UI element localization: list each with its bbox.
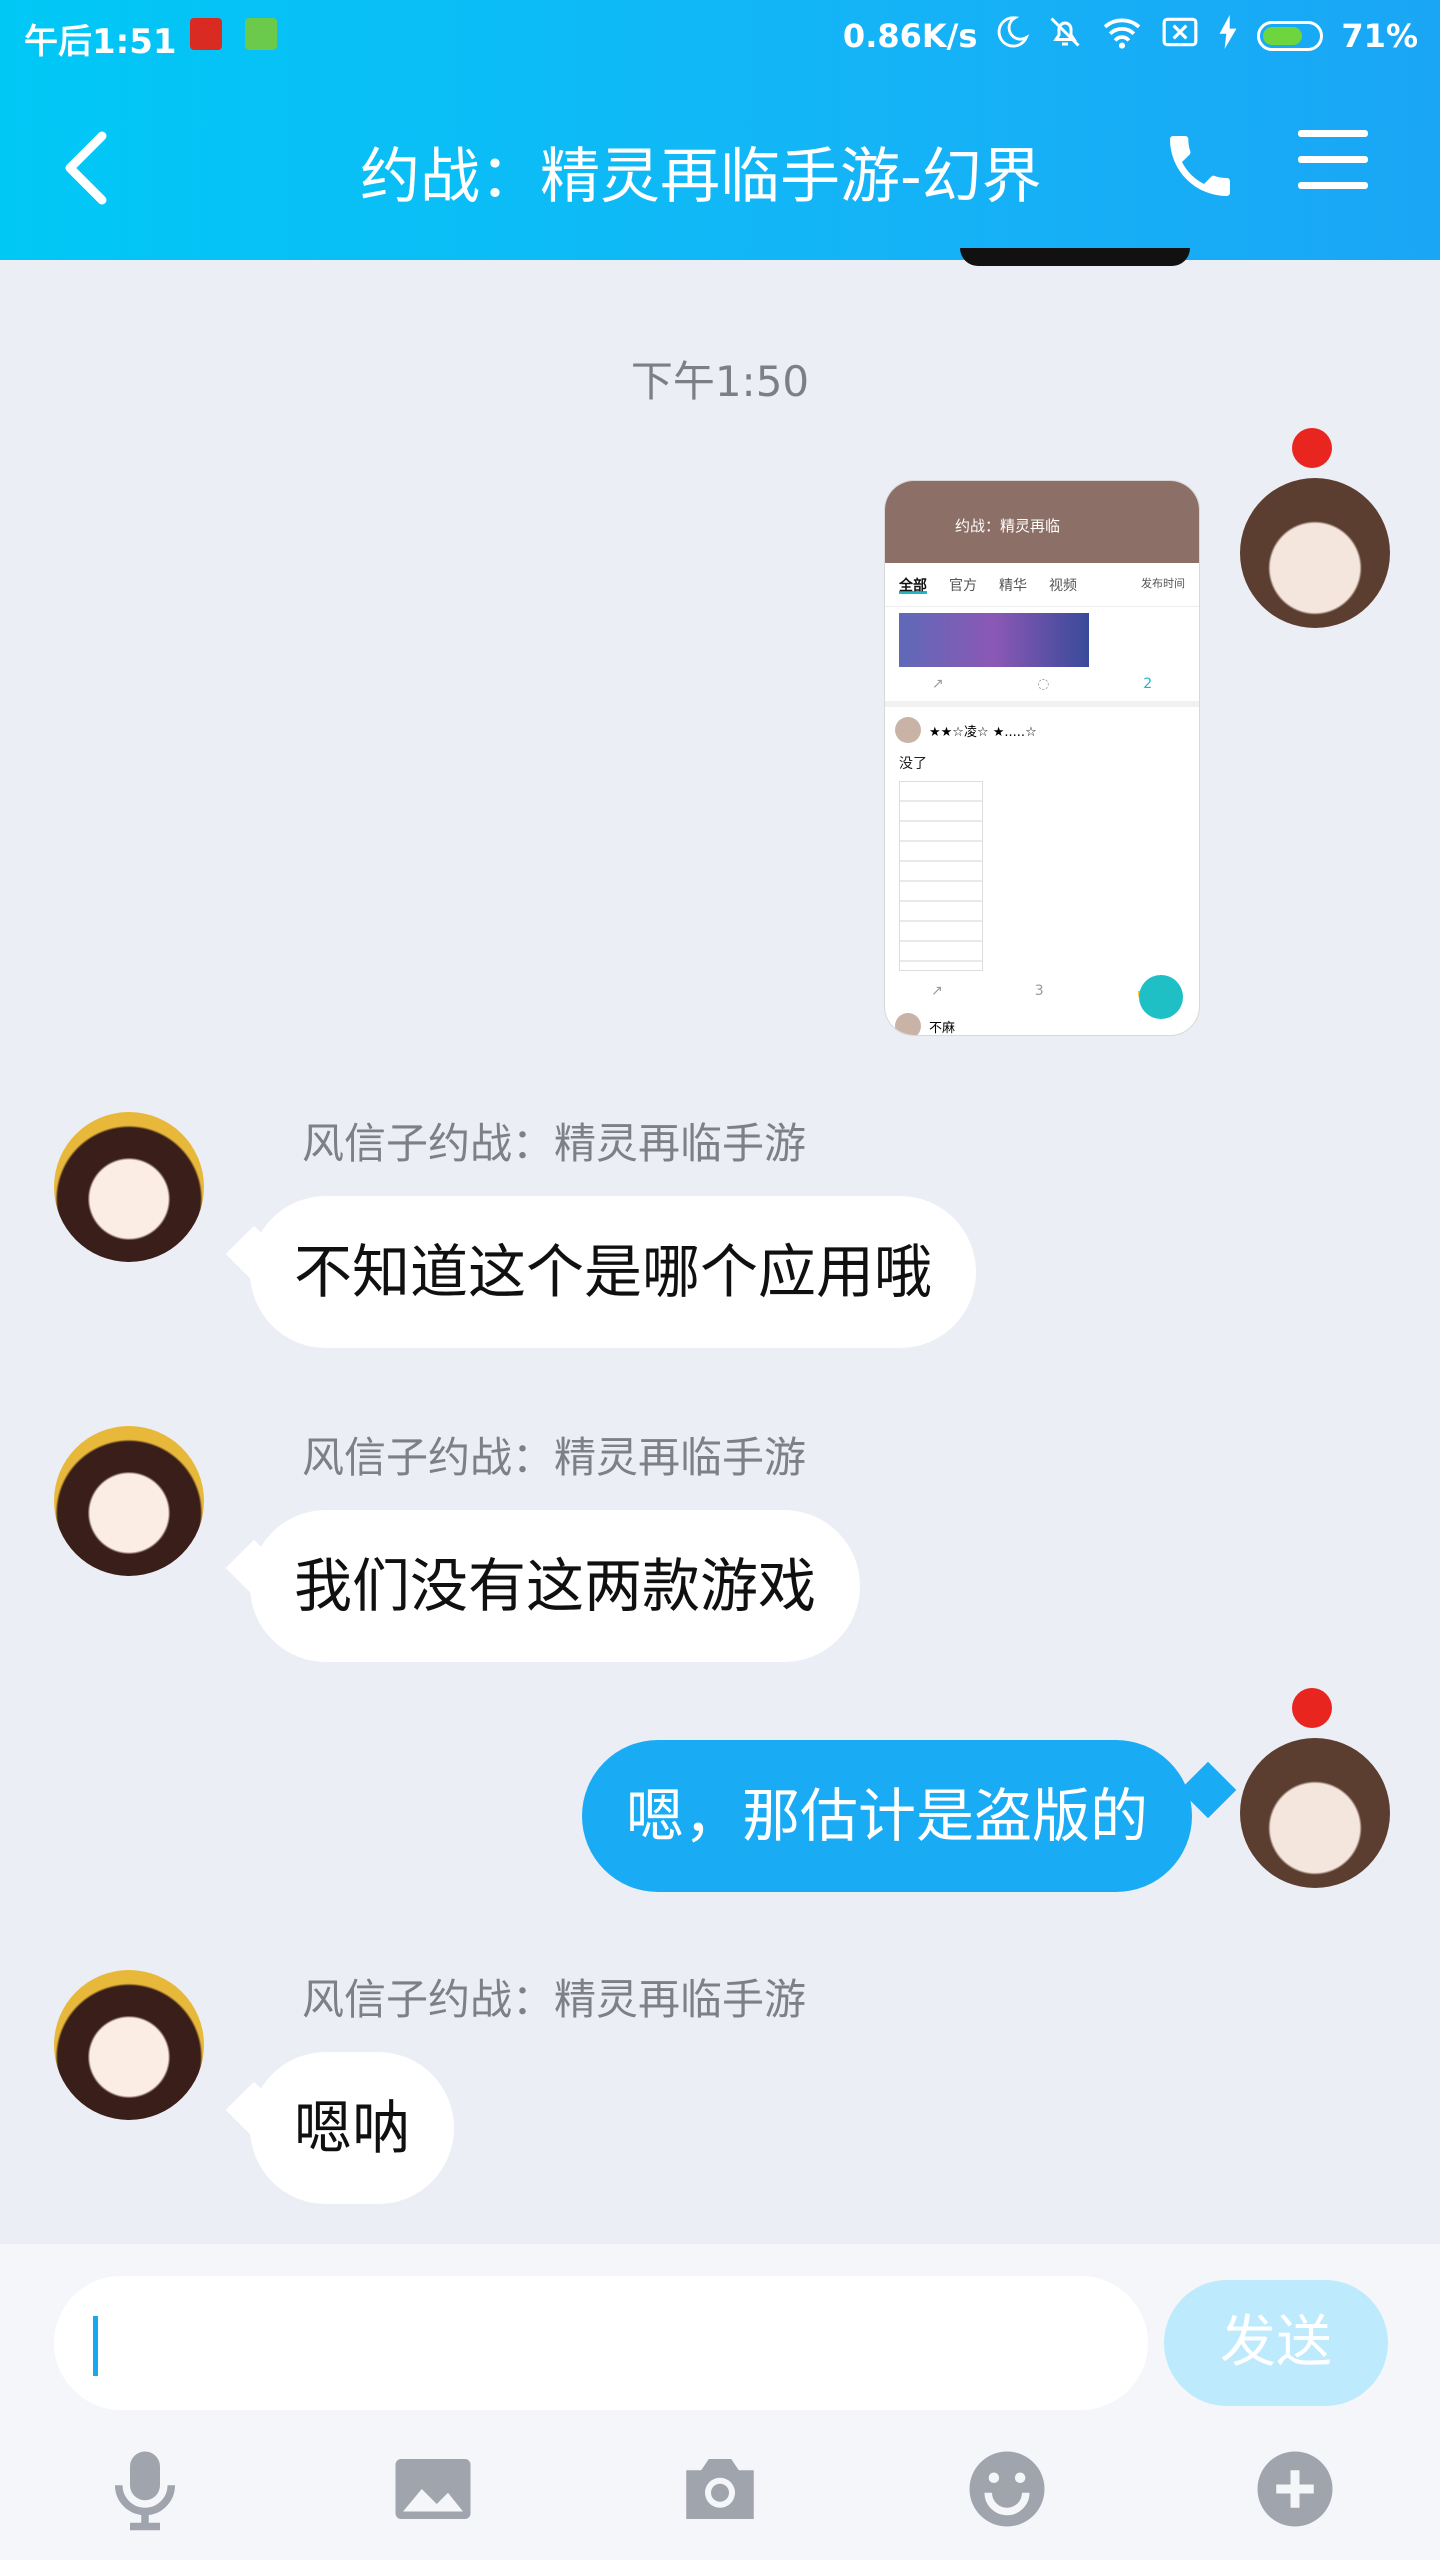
thumb-title: 约战：精灵再临 (955, 517, 1061, 535)
notification-battery-app-icon (245, 18, 277, 50)
chevron-left-icon (65, 131, 107, 205)
like-count: 2 (1143, 676, 1153, 692)
shared-screenshot-image[interactable]: 约战：精灵再临 全部 官方 精华 视频 发布时间 ↗ ◌ 2 ★★☆凌☆ ★..… (884, 480, 1200, 1036)
camera-button[interactable] (675, 2444, 765, 2534)
thumb-tabs: 全部 官方 精华 视频 发布时间 (885, 563, 1199, 607)
send-button[interactable]: 发送 (1164, 2280, 1388, 2406)
plus-icon (1257, 2451, 1333, 2527)
thumb-header: 约战：精灵再临 (885, 481, 1199, 563)
call-button[interactable] (1160, 126, 1240, 206)
contact-avatar[interactable] (54, 1112, 204, 1262)
phone-icon (1170, 136, 1230, 196)
camera-icon (686, 2459, 754, 2519)
status-right: 0.86K/s 71% (843, 14, 1418, 58)
voice-button[interactable] (100, 2444, 190, 2534)
thumb-tab: 精华 (999, 578, 1027, 594)
text-caret (93, 2316, 98, 2376)
thumb-avatar (895, 1013, 921, 1035)
photo-button[interactable] (388, 2444, 478, 2534)
chat-title: 约战：精灵再临手游-幻界 (360, 142, 1042, 212)
thumb-tab: 全部 (899, 575, 927, 594)
thumb-next-user-name: 不麻 (929, 1020, 956, 1036)
message-bubble[interactable]: 嗯，那估计是盗版的 (581, 1740, 1192, 1892)
comment-count: 3 (1034, 983, 1044, 999)
message-bubble[interactable]: 不知道这个是哪个应用哦 (250, 1196, 977, 1348)
thumb-post-image (899, 781, 983, 971)
thumb-sort: 发布时间 (1141, 577, 1185, 590)
message-bubble[interactable]: 我们没有这两款游戏 (250, 1510, 861, 1662)
thumb-tab: 官方 (949, 578, 977, 594)
emoji-button[interactable] (962, 2444, 1052, 2534)
comment-icon: ◌ (1037, 676, 1050, 692)
menu-line (1298, 156, 1368, 163)
status-time: 午后1:51 (24, 22, 177, 62)
notification-app-icon (190, 18, 222, 50)
share-icon: ↗ (930, 983, 943, 999)
message-bubble[interactable]: 嗯呐 (250, 2052, 455, 2204)
thumb-post-text: 没了 (899, 756, 927, 772)
nav-bar: 约战：精灵再临手游-幻界 (0, 100, 1440, 230)
thumb-poster-name: ★★☆凌☆ ★.....☆ (929, 724, 1037, 740)
emoji-icon (969, 2451, 1045, 2527)
more-button[interactable] (1250, 2444, 1340, 2534)
avatar-flower-badge (1292, 428, 1332, 468)
no-sim-icon (1161, 15, 1199, 57)
network-speed: 0.86K/s (842, 17, 978, 55)
sender-name: 风信子约战：精灵再临手游 (302, 1433, 807, 1482)
menu-line (1298, 182, 1368, 189)
image-icon (395, 2459, 471, 2519)
battery-icon (1257, 21, 1324, 51)
charging-icon (1217, 15, 1239, 57)
thumb-edit-fab (1139, 975, 1183, 1019)
microphone-icon (115, 2451, 175, 2531)
thumb-post-author: ★★☆凌☆ ★.....☆ (885, 707, 1199, 753)
sender-name: 风信子约战：精灵再临手游 (302, 1975, 807, 2024)
sender-name: 风信子约战：精灵再临手游 (302, 1119, 807, 1168)
my-avatar[interactable] (1240, 1738, 1390, 1888)
app-header: 午后1:51 0.86K/s 71% 约战：精灵再临手游-幻界 (0, 0, 1440, 260)
share-icon: ↗ (931, 676, 944, 692)
menu-line (1298, 130, 1368, 137)
message-input[interactable] (54, 2276, 1148, 2410)
avatar-flower-badge (1292, 1688, 1332, 1728)
mute-bell-icon (1047, 14, 1083, 58)
thumb-action-row: ↗ ◌ 2 (885, 667, 1199, 707)
thumb-avatar (895, 717, 921, 743)
status-bar: 午后1:51 0.86K/s 71% (0, 0, 1440, 72)
menu-button[interactable] (1298, 130, 1368, 200)
battery-fill (1263, 27, 1302, 45)
previous-message-edge (960, 248, 1190, 266)
battery-percent: 71% (1341, 17, 1418, 55)
wifi-icon (1101, 15, 1143, 57)
chat-timestamp: 下午1:50 (630, 357, 810, 406)
thumb-banner-image (899, 613, 1089, 667)
back-button[interactable] (50, 128, 120, 208)
contact-avatar[interactable] (54, 1970, 204, 2120)
contact-avatar[interactable] (54, 1426, 204, 1576)
thumb-tab: 视频 (1049, 578, 1077, 594)
my-avatar[interactable] (1240, 478, 1390, 628)
moon-icon (995, 15, 1030, 57)
input-panel: 发送 (0, 2244, 1440, 2560)
